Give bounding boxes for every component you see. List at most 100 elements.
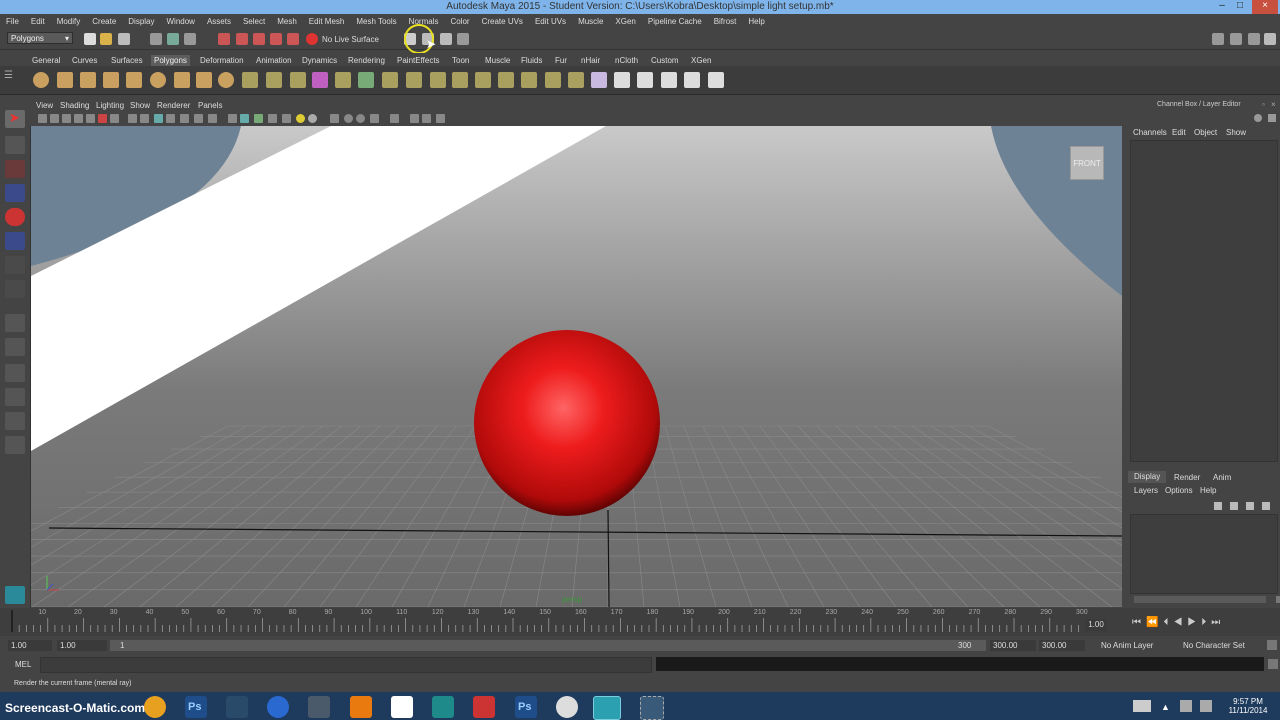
- shelf-tab-dynamics[interactable]: Dynamics: [299, 55, 340, 66]
- shelf-menu-icon[interactable]: ☰: [4, 70, 16, 90]
- photoshop-2-taskbar-icon[interactable]: Ps: [515, 696, 537, 718]
- menu-edit-uvs[interactable]: Edit UVs: [529, 17, 572, 26]
- shelf-tab-painteffects[interactable]: PaintEffects: [394, 55, 443, 66]
- wireframe-icon[interactable]: [208, 114, 217, 123]
- extract-icon[interactable]: [290, 72, 306, 88]
- insert-edge-loop-icon[interactable]: [521, 72, 537, 88]
- render-settings-icon[interactable]: [457, 33, 469, 45]
- new-layer-icon[interactable]: [1214, 502, 1222, 510]
- layer-move-down-icon[interactable]: [1262, 502, 1270, 510]
- layout-persp-graph-icon[interactable]: [5, 388, 25, 406]
- poly-pipe-icon[interactable]: [218, 72, 234, 88]
- playback-start-field[interactable]: 1.00: [57, 640, 107, 651]
- menu-edit-mesh[interactable]: Edit Mesh: [303, 17, 351, 26]
- split-polygon-icon[interactable]: [545, 72, 561, 88]
- motion-blur-icon[interactable]: [370, 114, 379, 123]
- light-bulb-icon[interactable]: [296, 114, 305, 123]
- poly-cylinder-icon[interactable]: [80, 72, 96, 88]
- channel-box-content[interactable]: [1130, 140, 1278, 462]
- menu-assets[interactable]: Assets: [201, 17, 237, 26]
- layout-single-icon[interactable]: [5, 314, 25, 332]
- minimize-button[interactable]: –: [1212, 0, 1232, 14]
- channel-box-lock-icon[interactable]: [1268, 114, 1276, 122]
- two-d-pan-icon[interactable]: [86, 114, 95, 123]
- layout-persp-outliner-icon[interactable]: [5, 364, 25, 382]
- automatic-mapping-icon[interactable]: [661, 72, 677, 88]
- anim-preferences-icon[interactable]: [1267, 640, 1277, 650]
- textured-icon[interactable]: [254, 114, 263, 123]
- new-layer-selected-icon[interactable]: [1230, 502, 1238, 510]
- modeling-toolkit-icon[interactable]: [5, 586, 25, 604]
- resolution-gate-icon[interactable]: [140, 114, 149, 123]
- menu-file[interactable]: File: [0, 17, 25, 26]
- select-camera-icon[interactable]: [38, 114, 47, 123]
- layout-hypershade-icon[interactable]: [5, 412, 25, 430]
- spherical-mapping-icon[interactable]: [637, 72, 653, 88]
- viewport-menu-show[interactable]: Show: [130, 101, 150, 110]
- menu-bifrost[interactable]: Bifrost: [708, 17, 743, 26]
- boolean-difference-icon[interactable]: [358, 72, 374, 88]
- layer-list[interactable]: [1130, 514, 1278, 594]
- poly-sphere-icon[interactable]: [33, 72, 49, 88]
- script-editor-icon[interactable]: [1268, 659, 1278, 669]
- notepad-taskbar-icon[interactable]: [391, 696, 413, 718]
- field-chart-icon[interactable]: [166, 114, 175, 123]
- select-hierarchy-icon[interactable]: [150, 33, 162, 45]
- depth-of-field-icon[interactable]: [422, 114, 431, 123]
- last-tool-icon[interactable]: [5, 256, 25, 274]
- step-back-frame-icon[interactable]: ⏴: [1163, 617, 1173, 628]
- tool-taskbar-icon[interactable]: [308, 696, 330, 718]
- shelf-tab-ncloth[interactable]: nCloth: [612, 55, 641, 66]
- panel-float-icon[interactable]: ▫: [1262, 100, 1265, 109]
- isolate-select-icon[interactable]: [390, 114, 399, 123]
- multisample-aa-icon[interactable]: [410, 114, 419, 123]
- menu-pipeline-cache[interactable]: Pipeline Cache: [642, 17, 708, 26]
- grease-pencil-icon[interactable]: [98, 114, 107, 123]
- snap-view-plane-icon[interactable]: [270, 33, 282, 45]
- menu-xgen[interactable]: XGen: [609, 17, 641, 26]
- viewport-menu-lighting[interactable]: Lighting: [96, 101, 124, 110]
- select-component-icon[interactable]: [184, 33, 196, 45]
- lasso-tool-icon[interactable]: [5, 136, 25, 154]
- vlc-taskbar-icon[interactable]: [350, 696, 372, 718]
- snap-grid-icon[interactable]: [218, 33, 230, 45]
- shelf-tab-general[interactable]: General: [29, 55, 63, 66]
- tray-chevron-icon[interactable]: ▲: [1161, 702, 1170, 712]
- xray-icon[interactable]: [330, 114, 339, 123]
- viewport-menu-view[interactable]: View: [36, 101, 53, 110]
- layer-move-up-icon[interactable]: [1246, 502, 1254, 510]
- poly-prism-icon[interactable]: [174, 72, 190, 88]
- rotate-tool-icon[interactable]: [5, 208, 25, 226]
- gate-mask-icon[interactable]: [154, 114, 163, 123]
- shadows-icon[interactable]: [282, 114, 291, 123]
- safe-title-icon[interactable]: [194, 114, 203, 123]
- panel-resize-handle[interactable]: [1276, 596, 1280, 603]
- scale-tool-icon[interactable]: [5, 232, 25, 250]
- menu-select[interactable]: Select: [237, 17, 271, 26]
- safe-action-icon[interactable]: [180, 114, 189, 123]
- viewport-menu-renderer[interactable]: Renderer: [157, 101, 190, 110]
- shelf-tab-xgen[interactable]: XGen: [688, 55, 714, 66]
- screencast-taskbar-icon[interactable]: [640, 696, 664, 720]
- menu-window[interactable]: Window: [161, 17, 201, 26]
- step-forward-frame-icon[interactable]: ⏵: [1201, 617, 1211, 628]
- layout-four-icon[interactable]: [5, 338, 25, 356]
- grid-toggle-icon[interactable]: [110, 114, 119, 123]
- open-scene-icon[interactable]: [100, 33, 112, 45]
- xray-components-icon[interactable]: [356, 114, 365, 123]
- save-scene-icon[interactable]: [118, 33, 130, 45]
- layer-list-scrollbar[interactable]: [1134, 596, 1266, 603]
- menu-modify[interactable]: Modify: [51, 17, 87, 26]
- select-tool-icon[interactable]: ➤: [5, 110, 25, 128]
- viewport-menu-panels[interactable]: Panels: [198, 101, 222, 110]
- shelf-tab-surfaces[interactable]: Surfaces: [108, 55, 146, 66]
- panel-close-icon[interactable]: ×: [1271, 100, 1276, 109]
- shelf-tab-nhair[interactable]: nHair: [578, 55, 603, 66]
- append-polygon-icon[interactable]: [475, 72, 491, 88]
- new-scene-icon[interactable]: [84, 33, 96, 45]
- hud-icon[interactable]: [436, 114, 445, 123]
- character-set-dropdown[interactable]: No Character Set: [1183, 641, 1245, 650]
- menu-edit[interactable]: Edit: [25, 17, 51, 26]
- menu-mesh-tools[interactable]: Mesh Tools: [350, 17, 402, 26]
- steam-taskbar-icon[interactable]: [226, 696, 248, 718]
